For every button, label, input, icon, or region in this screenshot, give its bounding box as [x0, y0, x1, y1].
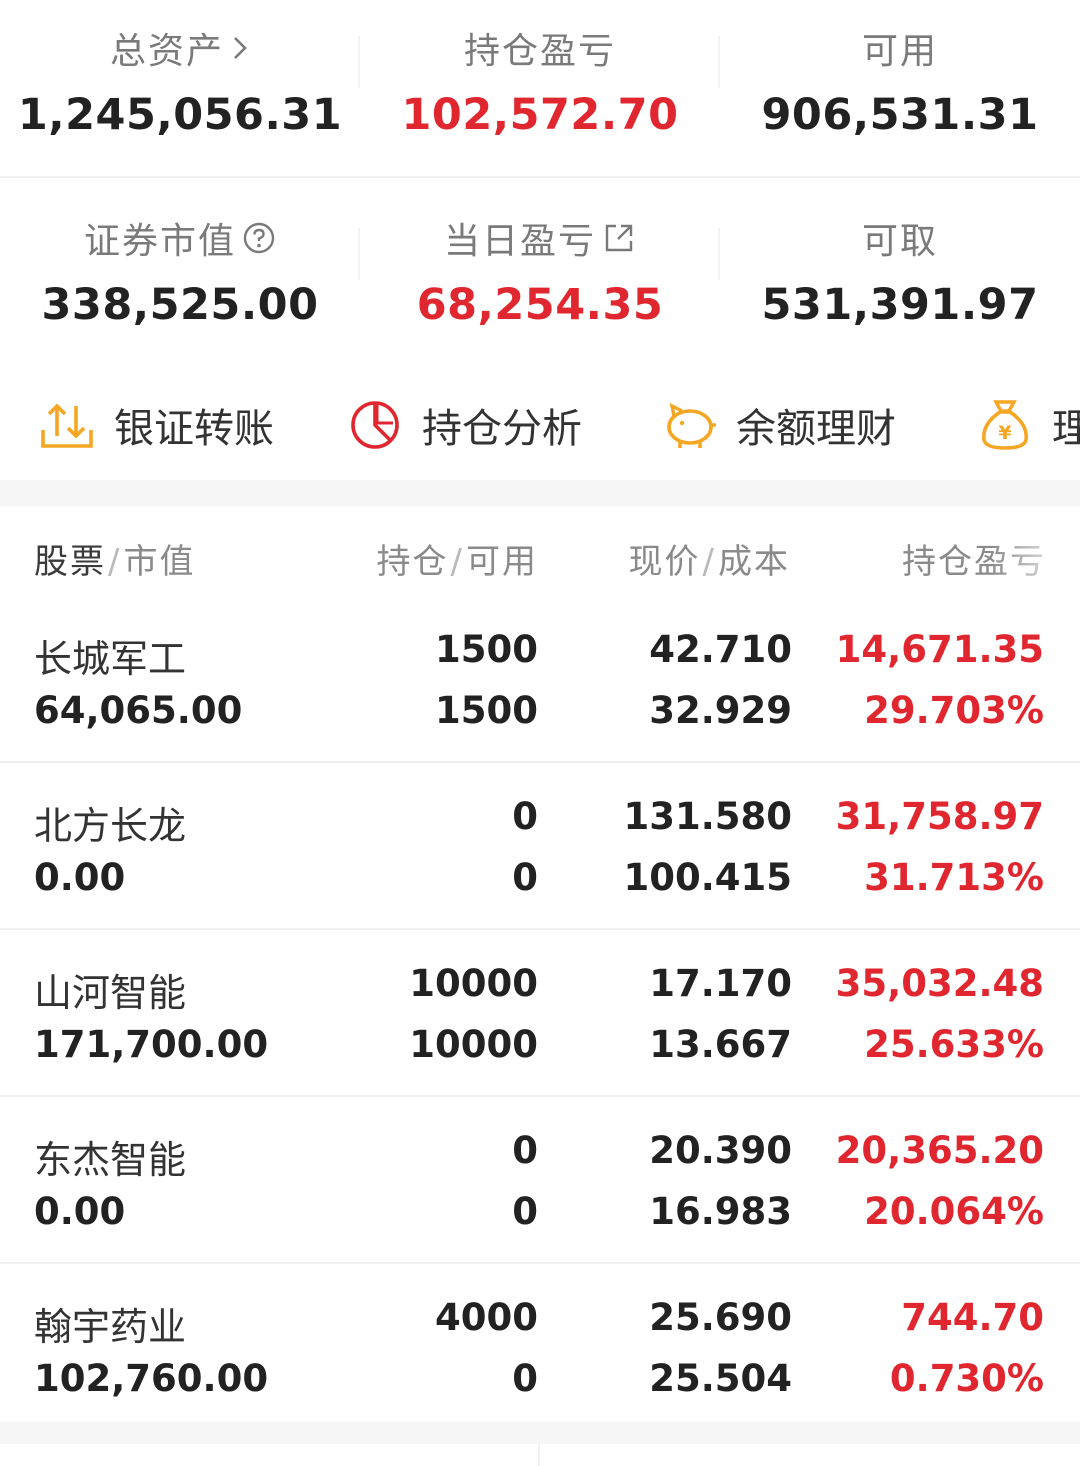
stock-name: 山河智能: [34, 971, 187, 1015]
total-assets-cell[interactable]: 总资产 1,245,056.31: [0, 0, 360, 176]
available-label: 可用: [861, 31, 938, 72]
market-value: 102,760.00: [34, 1357, 269, 1400]
bottom-separator: [0, 1422, 1080, 1444]
header-fade-overlay: [990, 520, 1080, 590]
available-qty: 0: [512, 856, 538, 899]
transfer-icon: [41, 403, 93, 448]
bank-transfer-label: 银证转账: [114, 406, 274, 452]
securities-value-cell: 证券市值 338,525.00: [0, 178, 360, 354]
daily-pnl-value: 68,254.35: [416, 280, 664, 330]
position-pnl: 35,032.48: [835, 962, 1044, 1005]
available-value: 906,531.31: [761, 90, 1039, 140]
section-separator: [0, 480, 1080, 506]
available-qty: 0: [512, 1190, 538, 1233]
wealth-management-button[interactable]: ¥ 理财: [976, 396, 1080, 454]
holding-qty: 0: [512, 795, 538, 838]
current-price: 25.690: [649, 1296, 792, 1339]
account-summary-row-2: 证券市值 338,525.00 当日盈亏 68,254.35 可取 531,39…: [0, 178, 1080, 354]
balance-wealth-label: 余额理财: [736, 406, 896, 452]
cost-price: 25.504: [649, 1357, 792, 1400]
cost-price: 16.983: [649, 1190, 792, 1233]
position-pnl-percent: 25.633%: [864, 1023, 1044, 1066]
header-stock-market-value[interactable]: 股票/市值: [34, 534, 195, 583]
cost-price: 13.667: [649, 1023, 792, 1066]
table-row[interactable]: 翰宇药业 102,760.00 4000 0 25.690 25.504 744…: [0, 1264, 1080, 1429]
divider: [538, 1444, 540, 1466]
position-pnl-percent: 20.064%: [864, 1190, 1044, 1233]
stock-name: 北方长龙: [34, 804, 187, 848]
total-assets-label: 总资产: [109, 31, 224, 72]
help-icon[interactable]: [242, 221, 276, 255]
bank-transfer-button[interactable]: 银证转账: [38, 396, 274, 454]
position-analysis-label: 持仓分析: [422, 406, 582, 452]
stock-name: 翰宇药业: [34, 1305, 187, 1349]
external-link-icon[interactable]: [602, 221, 636, 255]
position-pnl: 744.70: [901, 1296, 1044, 1339]
market-value: 171,700.00: [34, 1023, 269, 1066]
available-cell: 可用 906,531.31: [720, 0, 1080, 176]
position-pnl: 20,365.20: [835, 1129, 1044, 1172]
position-analysis-button[interactable]: 持仓分析: [346, 396, 582, 454]
position-pnl-label: 持仓盈亏: [463, 31, 616, 72]
positions-table-body: 长城军工 64,065.00 1500 1500 42.710 32.929 1…: [0, 596, 1080, 1429]
securities-value-label: 证券市值: [83, 221, 236, 262]
quick-actions-bar: 银证转账 持仓分析 余额理财 ¥ 理财: [0, 372, 1080, 478]
current-price: 20.390: [649, 1129, 792, 1172]
available-qty: 0: [512, 1357, 538, 1400]
position-pnl-cell: 持仓盈亏 102,572.70: [360, 0, 720, 176]
position-pnl: 14,671.35: [835, 628, 1044, 671]
stock-name: 长城军工: [34, 637, 187, 681]
withdrawable-value: 531,391.97: [761, 280, 1039, 330]
piggy-bank-icon: [667, 402, 716, 448]
market-value: 0.00: [34, 856, 126, 899]
account-summary-row-1: 总资产 1,245,056.31 持仓盈亏 102,572.70 可用 906,…: [0, 0, 1080, 178]
holding-qty: 10000: [409, 962, 538, 1005]
money-bag-icon: ¥: [982, 400, 1028, 450]
positions-table-header: 股票/市值 持仓/可用 现价/成本 持仓盈亏: [0, 506, 1080, 606]
market-value: 0.00: [34, 1190, 126, 1233]
withdrawable-cell: 可取 531,391.97: [720, 178, 1080, 354]
table-row[interactable]: 北方长龙 0.00 0 0 131.580 100.415 31,758.97 …: [0, 763, 1080, 930]
table-row[interactable]: 山河智能 171,700.00 10000 10000 17.170 13.66…: [0, 930, 1080, 1097]
current-price: 17.170: [649, 962, 792, 1005]
position-pnl-percent: 31.713%: [864, 856, 1044, 899]
stock-name: 东杰智能: [34, 1138, 187, 1182]
wealth-management-label: 理财: [1052, 406, 1080, 452]
current-price: 131.580: [623, 795, 792, 838]
available-qty: 10000: [409, 1023, 538, 1066]
available-qty: 1500: [435, 689, 538, 732]
cost-price: 100.415: [623, 856, 792, 899]
header-price-cost[interactable]: 现价/成本: [629, 534, 790, 583]
daily-pnl-label: 当日盈亏: [443, 221, 596, 262]
chevron-right-icon: [234, 37, 247, 59]
position-pnl-percent: 0.730%: [889, 1357, 1044, 1400]
position-pnl-value: 102,572.70: [401, 90, 679, 140]
holding-qty: 4000: [435, 1296, 538, 1339]
balance-wealth-button[interactable]: 余额理财: [660, 396, 896, 454]
total-assets-value: 1,245,056.31: [17, 90, 343, 140]
header-holding-available[interactable]: 持仓/可用: [377, 534, 538, 583]
pie-chart-icon: [351, 401, 399, 449]
position-pnl: 31,758.97: [835, 795, 1044, 838]
market-value: 64,065.00: [34, 689, 243, 732]
position-pnl-percent: 29.703%: [864, 689, 1044, 732]
holding-qty: 0: [512, 1129, 538, 1172]
cost-price: 32.929: [649, 689, 792, 732]
withdrawable-label: 可取: [861, 221, 938, 262]
securities-value-value: 338,525.00: [41, 280, 319, 330]
current-price: 42.710: [649, 628, 792, 671]
svg-text:¥: ¥: [998, 422, 1011, 444]
daily-pnl-cell[interactable]: 当日盈亏 68,254.35: [360, 178, 720, 354]
holding-qty: 1500: [435, 628, 538, 671]
table-row[interactable]: 东杰智能 0.00 0 0 20.390 16.983 20,365.20 20…: [0, 1097, 1080, 1264]
table-row[interactable]: 长城军工 64,065.00 1500 1500 42.710 32.929 1…: [0, 596, 1080, 763]
